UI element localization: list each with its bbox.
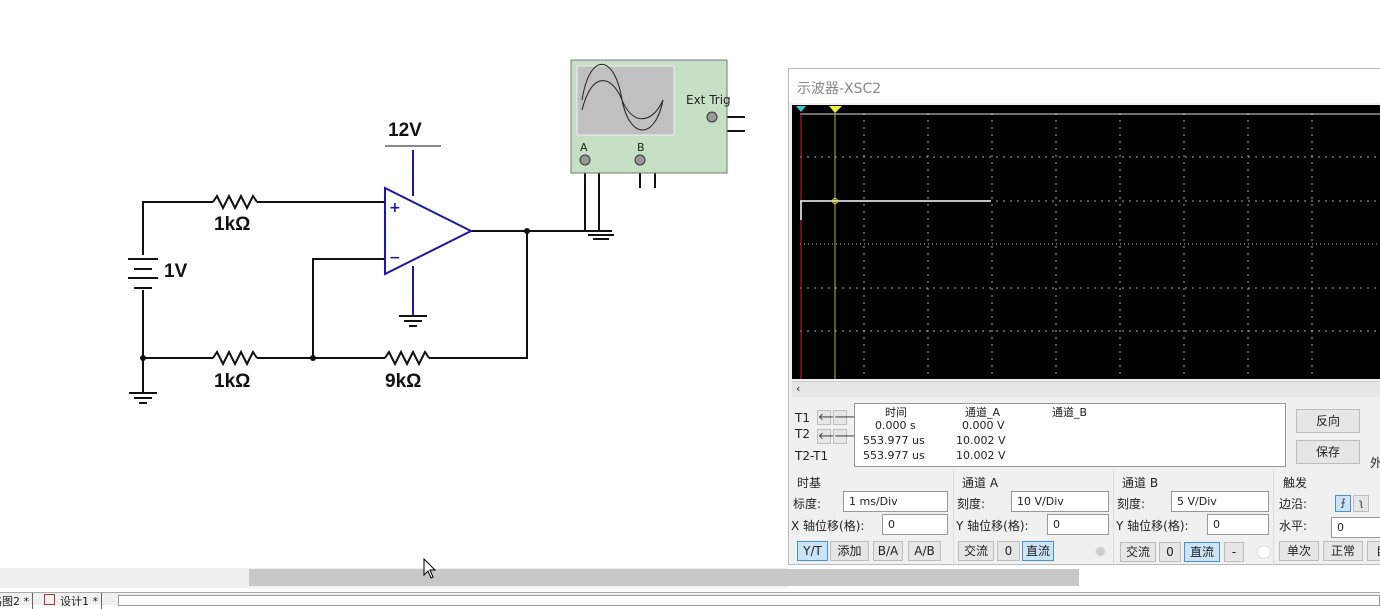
channel-b-zero-button[interactable]: 0 — [1159, 542, 1181, 562]
t2-right-button[interactable]: 🡒 — [833, 429, 861, 444]
timebase-title: 时基 — [797, 476, 822, 490]
cursor-t1-handle-icon[interactable] — [796, 106, 806, 112]
edge-label: 边沿: — [1279, 497, 1308, 511]
battery-label: 1V — [164, 261, 188, 282]
x-position-input[interactable]: 0 — [882, 514, 948, 535]
x-position-label: X 轴位移(格): — [791, 519, 865, 533]
channel-a-title: 通道 A — [962, 476, 999, 490]
svg-text:+: + — [389, 200, 401, 216]
channel-a-group: 通道 A 刻度: 10 V/Div Y 轴位移(格): 0 交流 0 直流 — [954, 470, 1114, 566]
tab-circuit-2[interactable]: 电路图2 * — [0, 593, 33, 609]
timebase-scale-input[interactable]: 1 ms/Div — [843, 491, 948, 512]
cursor-readout: 时间 通道_A 通道_B 0.000 s 0.000 V 553.977 us … — [854, 403, 1286, 467]
t1-left-button[interactable]: 🡐 — [817, 410, 845, 425]
header-channel-a: 通道_A — [965, 406, 1001, 419]
r1-label: 1kΩ — [214, 214, 251, 235]
oscilloscope-icon[interactable] — [570, 59, 728, 174]
channel-b-minus-button[interactable]: - — [1224, 542, 1244, 562]
channel-a-scale-input[interactable]: 10 V/Div — [1011, 491, 1109, 512]
t1-channel-a: 0.000 V — [962, 419, 1005, 432]
t2-label: T2 — [795, 427, 810, 441]
header-time: 时间 — [885, 406, 907, 419]
a-over-b-button[interactable]: A/B — [908, 541, 941, 561]
t1-time: 0.000 s — [875, 419, 916, 432]
delta-channel-a: 10.002 V — [956, 449, 1006, 462]
trigger-title: 触发 — [1283, 476, 1308, 490]
add-button[interactable]: 添加 — [830, 541, 869, 561]
scope-scrollbar[interactable]: ‹ — [792, 381, 1380, 397]
channel-b-ypos-label: Y 轴位移(格): — [1116, 519, 1189, 533]
level-label: 水平: — [1279, 519, 1308, 533]
t2-t1-label: T2-T1 — [795, 449, 829, 463]
supply-label: 12V — [388, 120, 422, 141]
t1-right-button[interactable]: 🡒 — [833, 410, 861, 425]
channel-a-zero-button[interactable]: 0 — [997, 541, 1020, 561]
channel-a-dc-button[interactable]: 直流 — [1022, 541, 1054, 561]
scroll-left-icon[interactable]: ‹ — [796, 382, 800, 395]
header-channel-b: 通道_B — [1052, 406, 1088, 419]
svg-text:−: − — [389, 250, 401, 266]
level-input[interactable]: 0 — [1331, 517, 1380, 538]
channel-a-trace — [800, 200, 991, 220]
canvas-scrollbar-thumb[interactable] — [249, 569, 1079, 586]
channel-a-ac-button[interactable]: 交流 — [958, 541, 994, 561]
cursor-t2-handle-icon[interactable] — [829, 106, 842, 113]
rising-edge-icon[interactable]: ⨍ — [1335, 495, 1351, 512]
timebase-group: 时基 标度: 1 ms/Div X 轴位移(格): 0 Y/T 添加 B/A A… — [789, 470, 954, 566]
scope-grid — [796, 106, 1380, 379]
channel-b-scale-label: 刻度: — [1117, 497, 1146, 511]
single-button[interactable]: 单次 — [1279, 541, 1319, 561]
r3-label: 9kΩ — [385, 371, 422, 392]
t2-left-button[interactable]: 🡐 — [817, 429, 845, 444]
channel-b-label: B — [637, 141, 645, 154]
design-icon — [44, 594, 55, 605]
channel-b-title: 通道 B — [1122, 476, 1159, 490]
normal-button[interactable]: 正常 — [1323, 541, 1363, 561]
reverse-button[interactable]: 反向 — [1296, 409, 1360, 433]
channel-b-group: 通道 B 刻度: 5 V/Div Y 轴位移(格): 0 交流 0 直流 - — [1114, 470, 1274, 566]
oscilloscope-window: 示波器-XSC2 ‹ T1 T2 T2-T1 🡐 🡒 🡐 🡒 时间 通道_A 通… — [788, 68, 1380, 566]
channel-a-ypos-label: Y 轴位移(格): — [956, 519, 1029, 533]
tab-bar: 电路图2 * 设计1 * — [0, 592, 1380, 609]
mouse-cursor-icon — [423, 558, 437, 579]
auto-button[interactable]: 自 — [1367, 541, 1380, 561]
channel-b-ypos-input[interactable]: 0 — [1207, 514, 1269, 535]
trigger-group: 触发 边沿: ⨍ ʅ 水平: 0 单次 正常 自 — [1275, 470, 1380, 566]
tab-strip-area — [118, 595, 1380, 606]
channel-a-scale-label: 刻度: — [957, 497, 986, 511]
b-over-a-button[interactable]: B/A — [873, 541, 903, 561]
falling-edge-icon[interactable]: ʅ — [1353, 495, 1369, 512]
t2-time: 553.977 us — [863, 434, 925, 447]
channel-a-ypos-input[interactable]: 0 — [1047, 514, 1109, 535]
t2-channel-a: 10.002 V — [956, 434, 1006, 447]
channel-b-radio[interactable] — [1257, 545, 1271, 559]
channel-a-radio[interactable] — [1094, 545, 1107, 558]
r2-label: 1kΩ — [214, 371, 251, 392]
t1-label: T1 — [795, 411, 810, 425]
ext-trig-label: Ext Trig — [686, 93, 731, 107]
delta-time: 553.977 us — [863, 449, 925, 462]
channel-b-ac-button[interactable]: 交流 — [1120, 542, 1156, 562]
ext-trigger-label: 外 — [1370, 456, 1380, 470]
window-title: 示波器-XSC2 — [789, 69, 1380, 103]
scope-screen[interactable] — [792, 105, 1380, 379]
yt-button[interactable]: Y/T — [797, 541, 828, 561]
channel-a-label: A — [580, 141, 588, 154]
channel-b-scale-input[interactable]: 5 V/Div — [1171, 491, 1269, 512]
channel-b-dc-button[interactable]: 直流 — [1184, 542, 1220, 562]
timebase-scale-label: 标度: — [793, 497, 822, 511]
tab-design-1[interactable]: 设计1 * — [60, 593, 102, 609]
save-button[interactable]: 保存 — [1296, 440, 1360, 464]
